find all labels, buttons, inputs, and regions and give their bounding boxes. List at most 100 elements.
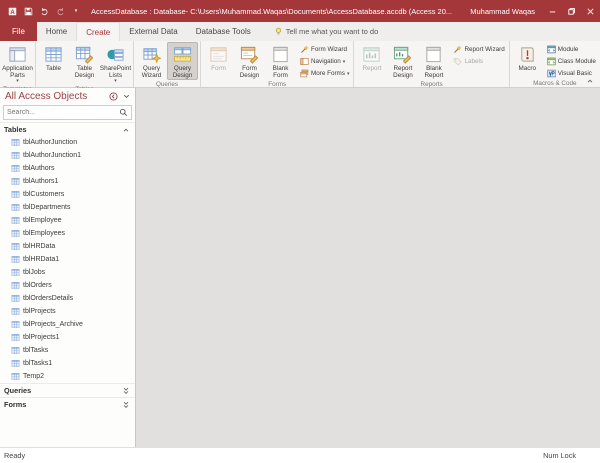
window-title: AccessDatabase : Database- C:\Users\Muha… xyxy=(91,6,453,16)
table-list-item[interactable]: tblOrders xyxy=(0,279,135,292)
report-wizard-icon xyxy=(453,45,462,54)
macro-button[interactable]: Macro xyxy=(512,42,543,73)
tab-external-data[interactable]: External Data xyxy=(120,22,186,41)
table-icon xyxy=(11,229,20,238)
nav-search-box xyxy=(3,105,132,120)
expand-section-icon xyxy=(122,401,130,409)
collapse-section-icon xyxy=(122,126,130,134)
tab-home[interactable]: Home xyxy=(37,22,76,41)
report-icon xyxy=(362,45,381,64)
table-list-item[interactable]: tblEmployees xyxy=(0,227,135,240)
table-design-button[interactable]: Table Design xyxy=(69,42,100,80)
lightbulb-icon xyxy=(274,27,283,36)
table-icon xyxy=(11,242,20,251)
search-input[interactable] xyxy=(4,106,119,119)
tab-file[interactable]: File xyxy=(0,22,37,41)
table-list-item[interactable]: tblEmployee xyxy=(0,214,135,227)
nav-object-list: Tables tblAuthorJunction tblAuthorJuncti… xyxy=(0,122,135,447)
signed-in-user[interactable]: Muhammad Waqas xyxy=(462,7,543,16)
sharepoint-lists-button[interactable]: SharePoint Lists ▾ xyxy=(100,42,131,85)
table-icon xyxy=(11,372,20,381)
report-button[interactable]: Report xyxy=(356,42,387,73)
form-design-icon xyxy=(240,45,259,64)
navigation-button[interactable]: Navigation ▾ xyxy=(298,56,351,67)
section-header-tables[interactable]: Tables xyxy=(0,122,135,136)
blank-report-button[interactable]: Blank Report xyxy=(418,42,449,80)
query-design-button[interactable]: Query Design xyxy=(167,42,198,81)
table-icon xyxy=(11,359,20,368)
form-wizard-button[interactable]: Form Wizard xyxy=(298,44,351,55)
table-list-item[interactable]: tblTasks1 xyxy=(0,357,135,370)
section-header-queries[interactable]: Queries xyxy=(0,383,135,397)
table-icon xyxy=(11,346,20,355)
navigation-pane: All Access Objects Tables tblAuthorJunct… xyxy=(0,88,136,447)
status-text: Ready xyxy=(4,451,26,460)
application-parts-icon xyxy=(8,45,27,64)
section-header-forms[interactable]: Forms xyxy=(0,397,135,411)
table-icon xyxy=(11,294,20,303)
table-list-item[interactable]: tblAuthorJunction xyxy=(0,136,135,149)
table-list-item[interactable]: tblHRData1 xyxy=(0,253,135,266)
access-app-icon[interactable] xyxy=(5,3,19,19)
table-list-item[interactable]: tblAuthors1 xyxy=(0,175,135,188)
minimize-button[interactable] xyxy=(543,0,562,22)
table-list-item[interactable]: tblTasks xyxy=(0,344,135,357)
module-icon xyxy=(547,45,556,54)
quick-access-toolbar: ▾ xyxy=(0,3,83,19)
report-wizard-button[interactable]: Report Wizard xyxy=(451,44,506,55)
shutter-bar-close-button[interactable] xyxy=(108,91,119,102)
ribbon-group-templates: Application Parts ▾ Templates xyxy=(0,41,36,93)
dropdown-caret-icon: ▾ xyxy=(346,70,350,77)
report-design-button[interactable]: Report Design xyxy=(387,42,418,80)
table-list-item[interactable]: tblJobs xyxy=(0,266,135,279)
form-design-button[interactable]: Form Design xyxy=(234,42,265,80)
table-list-item[interactable]: tblCustomers xyxy=(0,188,135,201)
nav-pane-menu-button[interactable] xyxy=(121,91,132,102)
table-icon xyxy=(11,216,20,225)
table-list-item[interactable]: tblProjects_Archive xyxy=(0,318,135,331)
class-module-button[interactable]: Class Module xyxy=(545,56,598,67)
table-button[interactable]: Table xyxy=(38,42,69,73)
table-list-item[interactable]: tblDepartments xyxy=(0,201,135,214)
form-button[interactable]: Form xyxy=(203,42,234,73)
query-wizard-button[interactable]: Query Wizard xyxy=(136,42,167,80)
table-design-icon xyxy=(75,45,94,64)
more-forms-button[interactable]: More Forms ▾ xyxy=(298,68,351,79)
labels-button[interactable]: Labels xyxy=(451,56,506,67)
nav-pane-header: All Access Objects xyxy=(0,88,135,104)
report-design-icon xyxy=(393,45,412,64)
dropdown-caret-icon: ▾ xyxy=(114,78,117,85)
qat-customize-caret-icon[interactable]: ▾ xyxy=(69,3,83,19)
redo-button[interactable] xyxy=(53,3,67,19)
table-list-item[interactable]: tblOrdersDetails xyxy=(0,292,135,305)
undo-button[interactable] xyxy=(37,3,51,19)
ribbon-tab-row: File Home Create External Data Database … xyxy=(0,22,600,41)
restore-button[interactable] xyxy=(562,0,581,22)
status-bar: Ready Num Lock xyxy=(0,447,600,463)
dropdown-caret-icon: ▾ xyxy=(342,58,346,65)
table-list-item[interactable]: tblProjects xyxy=(0,305,135,318)
search-icon[interactable] xyxy=(119,108,128,117)
application-parts-button[interactable]: Application Parts ▾ xyxy=(2,42,33,85)
table-icon xyxy=(11,268,20,277)
labels-icon xyxy=(453,57,462,66)
blank-form-button[interactable]: Blank Form xyxy=(265,42,296,80)
table-list-item[interactable]: tblHRData xyxy=(0,240,135,253)
module-button[interactable]: Module xyxy=(545,44,598,55)
save-button[interactable] xyxy=(21,3,35,19)
tab-database-tools[interactable]: Database Tools xyxy=(187,22,260,41)
tell-me-box[interactable]: Tell me what you want to do xyxy=(274,22,378,41)
table-icon xyxy=(11,281,20,290)
close-button[interactable] xyxy=(581,0,600,22)
tab-create[interactable]: Create xyxy=(76,22,121,41)
class-module-icon xyxy=(547,57,556,66)
visual-basic-icon xyxy=(547,69,556,78)
table-list-item[interactable]: tblAuthors xyxy=(0,162,135,175)
table-list-item[interactable]: tblProjects1 xyxy=(0,331,135,344)
document-area xyxy=(136,88,600,447)
form-wizard-icon xyxy=(300,45,309,54)
collapse-ribbon-button[interactable] xyxy=(583,75,597,87)
table-list-item[interactable]: Temp2 xyxy=(0,370,135,383)
title-bar: ▾ AccessDatabase : Database- C:\Users\Mu… xyxy=(0,0,600,22)
table-list-item[interactable]: tblAuthorJunction1 xyxy=(0,149,135,162)
